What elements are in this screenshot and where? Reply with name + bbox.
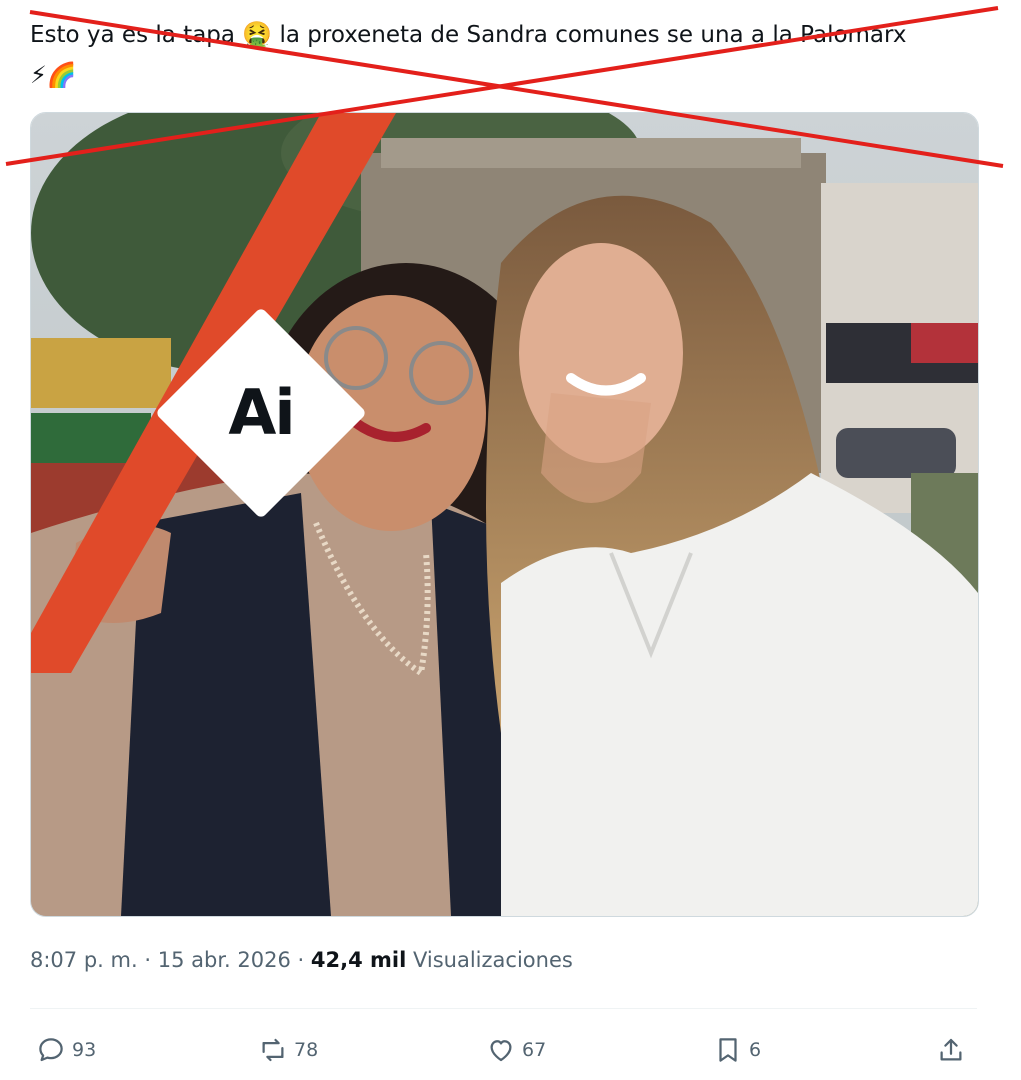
share-button[interactable] <box>936 1030 966 1070</box>
heart-icon <box>490 1040 512 1062</box>
tweet-text-part1: Esto ya es la tapa <box>30 22 235 48</box>
tweet-time[interactable]: 8:07 p. m. <box>30 948 138 972</box>
views-count: 42,4 mil <box>310 948 407 972</box>
reply-icon <box>39 1038 63 1062</box>
tweet-date[interactable]: 15 abr. 2026 <box>158 948 291 972</box>
like-button[interactable]: 67 <box>486 1030 546 1070</box>
repost-count: 78 <box>294 1039 319 1061</box>
photo-illustration <box>31 113 978 916</box>
tweet-text: Esto ya es la tapa 🤮 la proxeneta de San… <box>30 14 930 96</box>
reply-button[interactable]: 93 <box>36 1030 96 1070</box>
repost-button[interactable]: 78 <box>258 1030 318 1070</box>
meta-separator: · <box>144 948 152 972</box>
views-label: Visualizaciones <box>412 948 573 972</box>
repost-icon <box>262 1038 284 1062</box>
bookmark-icon <box>719 1038 737 1062</box>
lightning-rainbow-emoji-icon: ⚡🌈 <box>30 61 77 89</box>
share-icon <box>940 1038 962 1061</box>
bookmark-button[interactable]: 6 <box>713 1030 761 1070</box>
bookmark-count: 6 <box>749 1039 762 1061</box>
tweet-text-part2: la proxeneta de Sandra comunes se una a … <box>279 22 907 48</box>
like-count: 67 <box>522 1039 547 1061</box>
reply-count: 93 <box>72 1039 97 1061</box>
tweet-photo[interactable]: Ai <box>30 112 979 917</box>
vomit-emoji-icon: 🤮 <box>242 20 273 48</box>
meta-separator: · <box>297 948 305 972</box>
tweet-meta: 8:07 p. m. · 15 abr. 2026 · 42,4 mil Vis… <box>30 948 573 972</box>
action-bar: 93 78 67 6 <box>30 1030 980 1070</box>
divider <box>30 1008 977 1009</box>
ai-badge-label: Ai <box>228 376 295 449</box>
